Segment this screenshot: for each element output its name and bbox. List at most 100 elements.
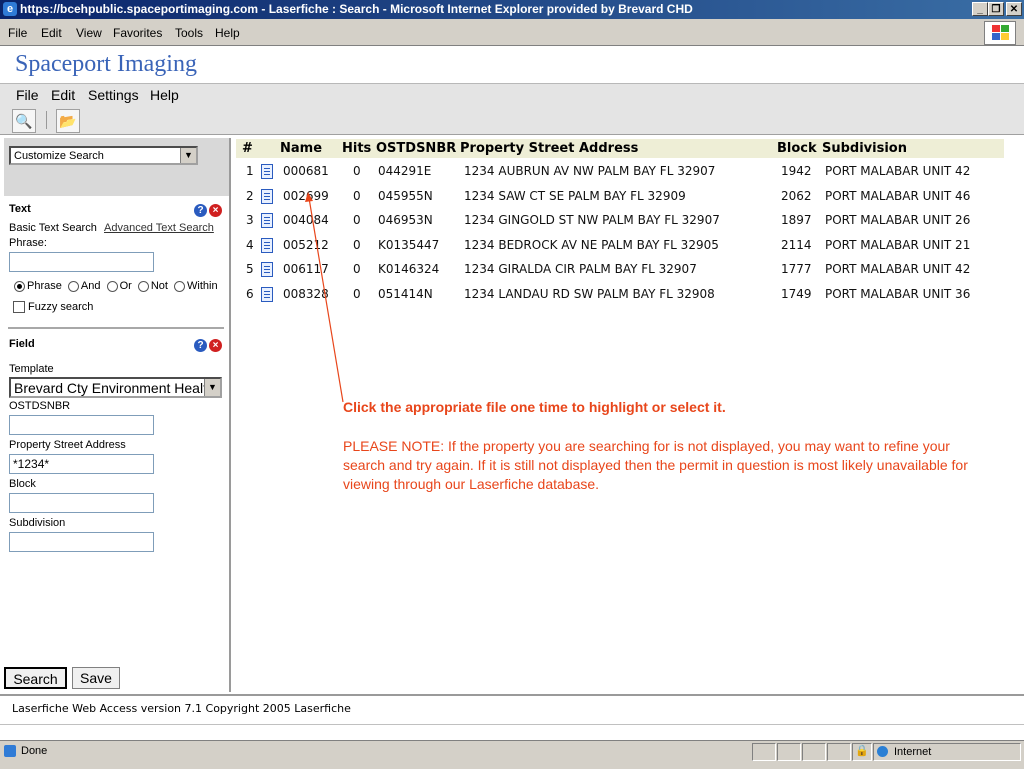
col-header-ostdsnbr[interactable]: OSTDSNBR (376, 141, 456, 156)
block-input[interactable] (9, 493, 154, 513)
status-pane (777, 743, 801, 761)
cell-number: 5 (246, 262, 254, 277)
cell-number: 6 (246, 287, 254, 301)
text-section-heading: Text (9, 203, 31, 215)
cell-address: 1234 GINGOLD ST NW PALM BAY FL 32907 (464, 213, 720, 228)
advanced-text-search-link[interactable]: Advanced Text Search (104, 222, 214, 234)
cell-subdivision: PORT MALABAR UNIT 42 (825, 262, 971, 277)
app-menu-file[interactable]: File (16, 87, 39, 103)
ostdsnbr-label: OSTDSNBR (9, 400, 71, 412)
cell-hits: 0 (353, 164, 361, 178)
col-header-block[interactable]: Block (777, 141, 817, 156)
ostdsnbr-input[interactable] (9, 415, 154, 435)
status-pane (827, 743, 851, 761)
app-menu-bar: File Edit Settings Help (0, 83, 1024, 106)
cell-hits: 0 (353, 237, 361, 252)
search-type-select[interactable]: Customize Search ▼ (9, 146, 198, 165)
cell-block: 2114 (781, 237, 812, 252)
radio-not[interactable]: Not (137, 280, 168, 292)
cell-ostdsnbr: K0146324 (378, 262, 440, 277)
search-button[interactable]: Search (4, 667, 67, 689)
col-header-address[interactable]: Property Street Address (460, 141, 638, 156)
document-icon[interactable] (261, 262, 273, 278)
fuzzy-search-checkbox[interactable] (13, 301, 25, 313)
cell-subdivision: PORT MALABAR UNIT 42 (825, 164, 971, 178)
col-header-hits[interactable]: Hits (342, 141, 371, 156)
radio-phrase[interactable]: Phrase (14, 280, 62, 292)
remove-icon[interactable]: × (209, 204, 222, 217)
address-input[interactable] (9, 454, 154, 474)
document-icon[interactable] (261, 164, 273, 179)
col-header-number[interactable]: # (242, 141, 253, 156)
template-label: Template (9, 363, 54, 375)
zone-text: Internet (894, 746, 932, 758)
address-label: Property Street Address (9, 439, 126, 451)
radio-or[interactable]: Or (106, 280, 132, 292)
cell-block: 1942 (781, 164, 812, 178)
restore-icon[interactable]: ❐ (988, 2, 1004, 16)
footer-text: Laserfiche Web Access version 7.1 Copyri… (12, 702, 351, 715)
app-menu-help[interactable]: Help (150, 87, 179, 103)
search-mode-radios: Phrase And Or Not Within (14, 280, 218, 292)
menu-help[interactable]: Help (215, 26, 240, 40)
help-icon[interactable]: ? (194, 204, 207, 217)
document-icon[interactable] (261, 188, 273, 204)
save-button[interactable]: Save (72, 667, 120, 689)
template-select[interactable]: Brevard Cty Environment Health ▼ (9, 377, 222, 398)
cell-block: 1749 (781, 287, 812, 301)
cell-address: 1234 AUBRUN AV NW PALM BAY FL 32907 (464, 164, 716, 178)
app-menu-edit[interactable]: Edit (51, 87, 75, 103)
document-icon[interactable] (261, 237, 273, 253)
radio-within[interactable]: Within (174, 280, 218, 292)
cell-hits: 0 (353, 188, 361, 203)
cell-name[interactable]: 000681 (283, 164, 329, 178)
basic-text-search-label: Basic Text Search (9, 222, 97, 234)
close-icon[interactable]: ✕ (1006, 2, 1022, 16)
radio-and[interactable]: And (67, 280, 101, 292)
subdivision-label: Subdivision (9, 517, 66, 529)
field-section-heading: Field (9, 338, 35, 350)
block-label: Block (9, 478, 36, 490)
menu-favorites[interactable]: Favorites (113, 26, 162, 40)
cell-block: 2062 (781, 188, 812, 203)
subdivision-input[interactable] (9, 532, 154, 552)
open-folder-icon[interactable]: 📂 (56, 109, 80, 133)
col-header-subdivision[interactable]: Subdivision (822, 141, 907, 156)
cell-ostdsnbr: K0135447 (378, 237, 440, 252)
help-icon[interactable]: ? (194, 339, 207, 352)
search-icon[interactable]: 🔍 (12, 109, 36, 133)
toolbar-separator (46, 111, 47, 129)
phrase-input[interactable] (9, 252, 154, 272)
col-header-name[interactable]: Name (280, 141, 322, 156)
cell-block: 1777 (781, 262, 812, 277)
cell-ostdsnbr: 044291E (378, 164, 432, 178)
cell-number: 4 (246, 237, 254, 252)
window-title-bar: e https://bcehpublic.spaceportimaging.co… (0, 0, 1024, 19)
cell-subdivision: PORT MALABAR UNIT 36 (825, 287, 971, 301)
cell-ostdsnbr: 051414N (378, 287, 433, 301)
cell-number: 3 (246, 213, 254, 228)
window-title: https://bcehpublic.spaceportimaging.com … (20, 2, 693, 16)
lock-icon: 🔒 (852, 743, 872, 761)
app-menu-settings[interactable]: Settings (88, 87, 139, 103)
document-icon[interactable] (261, 287, 273, 302)
phrase-label: Phrase: (9, 237, 47, 249)
document-icon[interactable] (261, 213, 273, 229)
minimize-icon[interactable]: _ (972, 2, 988, 16)
annotation-arrow (305, 192, 344, 403)
menu-tools[interactable]: Tools (175, 26, 203, 40)
status-text: Done (21, 745, 48, 757)
app-toolbar: 🔍 📂 (0, 106, 1024, 135)
page-footer: Laserfiche Web Access version 7.1 Copyri… (0, 694, 1024, 725)
menu-edit[interactable]: Edit (41, 26, 62, 40)
cell-block: 1897 (781, 213, 812, 228)
cell-address: 1234 BEDROCK AV NE PALM BAY FL 32905 (464, 237, 719, 252)
menu-file[interactable]: File (8, 26, 27, 40)
cell-hits: 0 (353, 262, 361, 277)
cell-number: 2 (246, 188, 254, 203)
menu-view[interactable]: View (76, 26, 102, 40)
cell-subdivision: PORT MALABAR UNIT 26 (825, 213, 971, 228)
annotation-headline: Click the appropriate file one time to h… (343, 399, 726, 415)
remove-icon[interactable]: × (209, 339, 222, 352)
chevron-down-icon: ▼ (180, 148, 196, 163)
